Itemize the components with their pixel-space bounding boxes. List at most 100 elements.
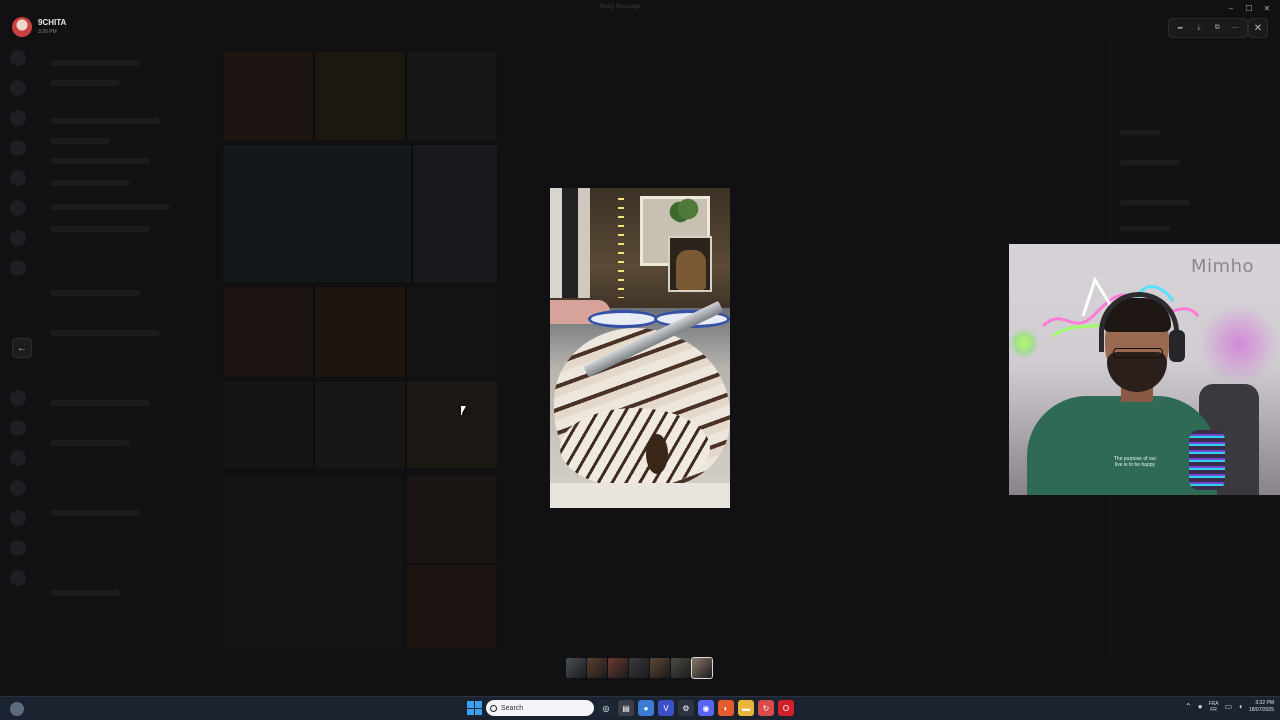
channel-item — [50, 204, 170, 210]
media-thumbnail[interactable] — [608, 658, 628, 678]
background-media-grid — [222, 50, 500, 650]
background-tile — [406, 564, 498, 650]
channel-item — [50, 440, 130, 446]
channel-item — [50, 226, 150, 232]
window-controls: – ☐ ✕ — [1222, 2, 1276, 14]
headset-earcup — [1169, 330, 1185, 362]
server-icon — [10, 200, 26, 216]
media-video[interactable] — [550, 188, 730, 508]
panel-line — [1120, 130, 1160, 135]
file-explorer-icon[interactable]: ▬ — [738, 700, 754, 716]
windows-logo-icon — [475, 708, 482, 715]
background-tile — [406, 380, 498, 470]
channel-item — [50, 180, 130, 186]
channel-item — [50, 590, 120, 596]
clock-date: 18/07/2025 — [1248, 706, 1274, 713]
notes-app-icon[interactable]: ▤ — [618, 700, 634, 716]
chevron-up-icon[interactable]: ⌃ — [1185, 702, 1192, 711]
channel-item — [50, 510, 140, 516]
windows-logo-icon — [467, 708, 474, 715]
channel-item — [50, 400, 150, 406]
firefox-icon[interactable]: ◐ — [718, 700, 734, 716]
maximize-button[interactable]: ☐ — [1240, 2, 1258, 14]
background-tile — [314, 50, 406, 142]
server-icon — [10, 50, 26, 66]
microphone-icon[interactable]: ● — [1198, 702, 1203, 711]
background-tile — [412, 144, 498, 284]
webcam-overlay: Mimho The purpose of our live is to be h… — [1009, 244, 1280, 495]
channel-item — [50, 290, 140, 296]
channel-item — [50, 330, 160, 336]
server-icon — [10, 230, 26, 246]
background-tile — [222, 144, 412, 284]
minimize-button[interactable]: – — [1222, 2, 1240, 14]
background-tile — [406, 474, 498, 564]
screen: Beeg Message – ☐ ✕ 9CHITA 3:20 PM ➦ ⤓ ⧉ … — [0, 0, 1280, 720]
weather-widget-icon[interactable] — [10, 702, 24, 716]
more-icon[interactable]: ⋯ — [1229, 24, 1243, 32]
media-thumbnail[interactable] — [691, 657, 713, 679]
taskbar-search[interactable]: Search — [486, 700, 594, 716]
viewer-toolbar: ➦ ⤓ ⧉ ⋯ — [1168, 18, 1248, 38]
channel-item — [50, 118, 160, 124]
volume-icon[interactable]: ◖ — [1238, 702, 1243, 711]
windows-logo-icon — [467, 701, 474, 708]
channel-item — [50, 138, 110, 144]
language-indicator[interactable]: FRA FR — [1209, 701, 1219, 713]
background-tile — [406, 50, 498, 142]
server-icon — [10, 110, 26, 126]
author-name[interactable]: 9CHITA — [38, 19, 66, 27]
download-icon[interactable]: ⤓ — [1192, 24, 1206, 32]
network-icon[interactable]: ▭ — [1225, 702, 1233, 711]
author-timestamp: 3:20 PM — [38, 29, 57, 35]
previous-media-button[interactable]: ← — [12, 338, 32, 358]
window-close-button[interactable]: ✕ — [1258, 2, 1276, 14]
steam-icon[interactable]: ◎ — [598, 700, 614, 716]
server-icon — [10, 540, 26, 556]
background-tile — [222, 380, 314, 470]
server-icon — [10, 480, 26, 496]
media-thumbnail[interactable] — [671, 658, 691, 678]
media-thumbnail[interactable] — [650, 658, 670, 678]
green-lamp — [1009, 328, 1039, 358]
background-tile — [314, 380, 406, 470]
close-viewer-button[interactable]: ✕ — [1248, 18, 1268, 38]
chrome-icon[interactable]: ● — [638, 700, 654, 716]
video-person — [676, 250, 706, 290]
vpn-icon[interactable]: V — [658, 700, 674, 716]
media-thumbnail[interactable] — [566, 658, 586, 678]
system-clock[interactable]: 3:32 PM 18/07/2025 — [1249, 700, 1274, 713]
server-rail — [0, 40, 36, 690]
media-thumbnail-strip — [566, 657, 713, 679]
video-cake-base — [550, 483, 730, 508]
open-external-icon[interactable]: ⧉ — [1210, 24, 1224, 32]
forward-icon[interactable]: ➦ — [1173, 24, 1187, 32]
background-tile — [406, 286, 498, 378]
video-fairy-lights — [618, 198, 624, 298]
server-icon — [10, 450, 26, 466]
media-thumbnail[interactable] — [629, 658, 649, 678]
taskbar-apps: Search ◎ ▤ ● V ⚙ ◉ ◐ ▬ ↻ O — [466, 700, 794, 716]
start-button[interactable] — [466, 700, 482, 716]
opera-icon[interactable]: O — [778, 700, 794, 716]
taskbar: Search ◎ ▤ ● V ⚙ ◉ ◐ ▬ ↻ O ⌃ ● FRA FR ▭ ◖ 3:32 PM… — [0, 696, 1280, 720]
server-icon — [10, 80, 26, 96]
microphone — [1189, 430, 1225, 490]
sync-app-icon[interactable]: ↻ — [758, 700, 774, 716]
system-tray: ⌃ ● FRA FR ▭ ◖ 3:32 PM 18/07/2025 — [1185, 700, 1274, 713]
language-bottom: FR — [1210, 706, 1217, 713]
media-thumbnail[interactable] — [587, 658, 607, 678]
settings-icon[interactable]: ⚙ — [678, 700, 694, 716]
server-icon — [10, 510, 26, 526]
video-door — [550, 188, 590, 298]
discord-icon[interactable]: ◉ — [698, 700, 714, 716]
search-placeholder: Search — [501, 704, 524, 712]
background-tile — [222, 50, 314, 142]
channel-item — [50, 80, 120, 86]
shirt-text: The purpose of our live is to be happy — [1113, 456, 1157, 468]
media-author[interactable]: 9CHITA 3:20 PM — [12, 17, 66, 37]
panel-line — [1120, 226, 1170, 231]
author-text: 9CHITA 3:20 PM — [38, 19, 66, 35]
avatar[interactable] — [12, 17, 32, 37]
channel-item — [50, 60, 140, 66]
